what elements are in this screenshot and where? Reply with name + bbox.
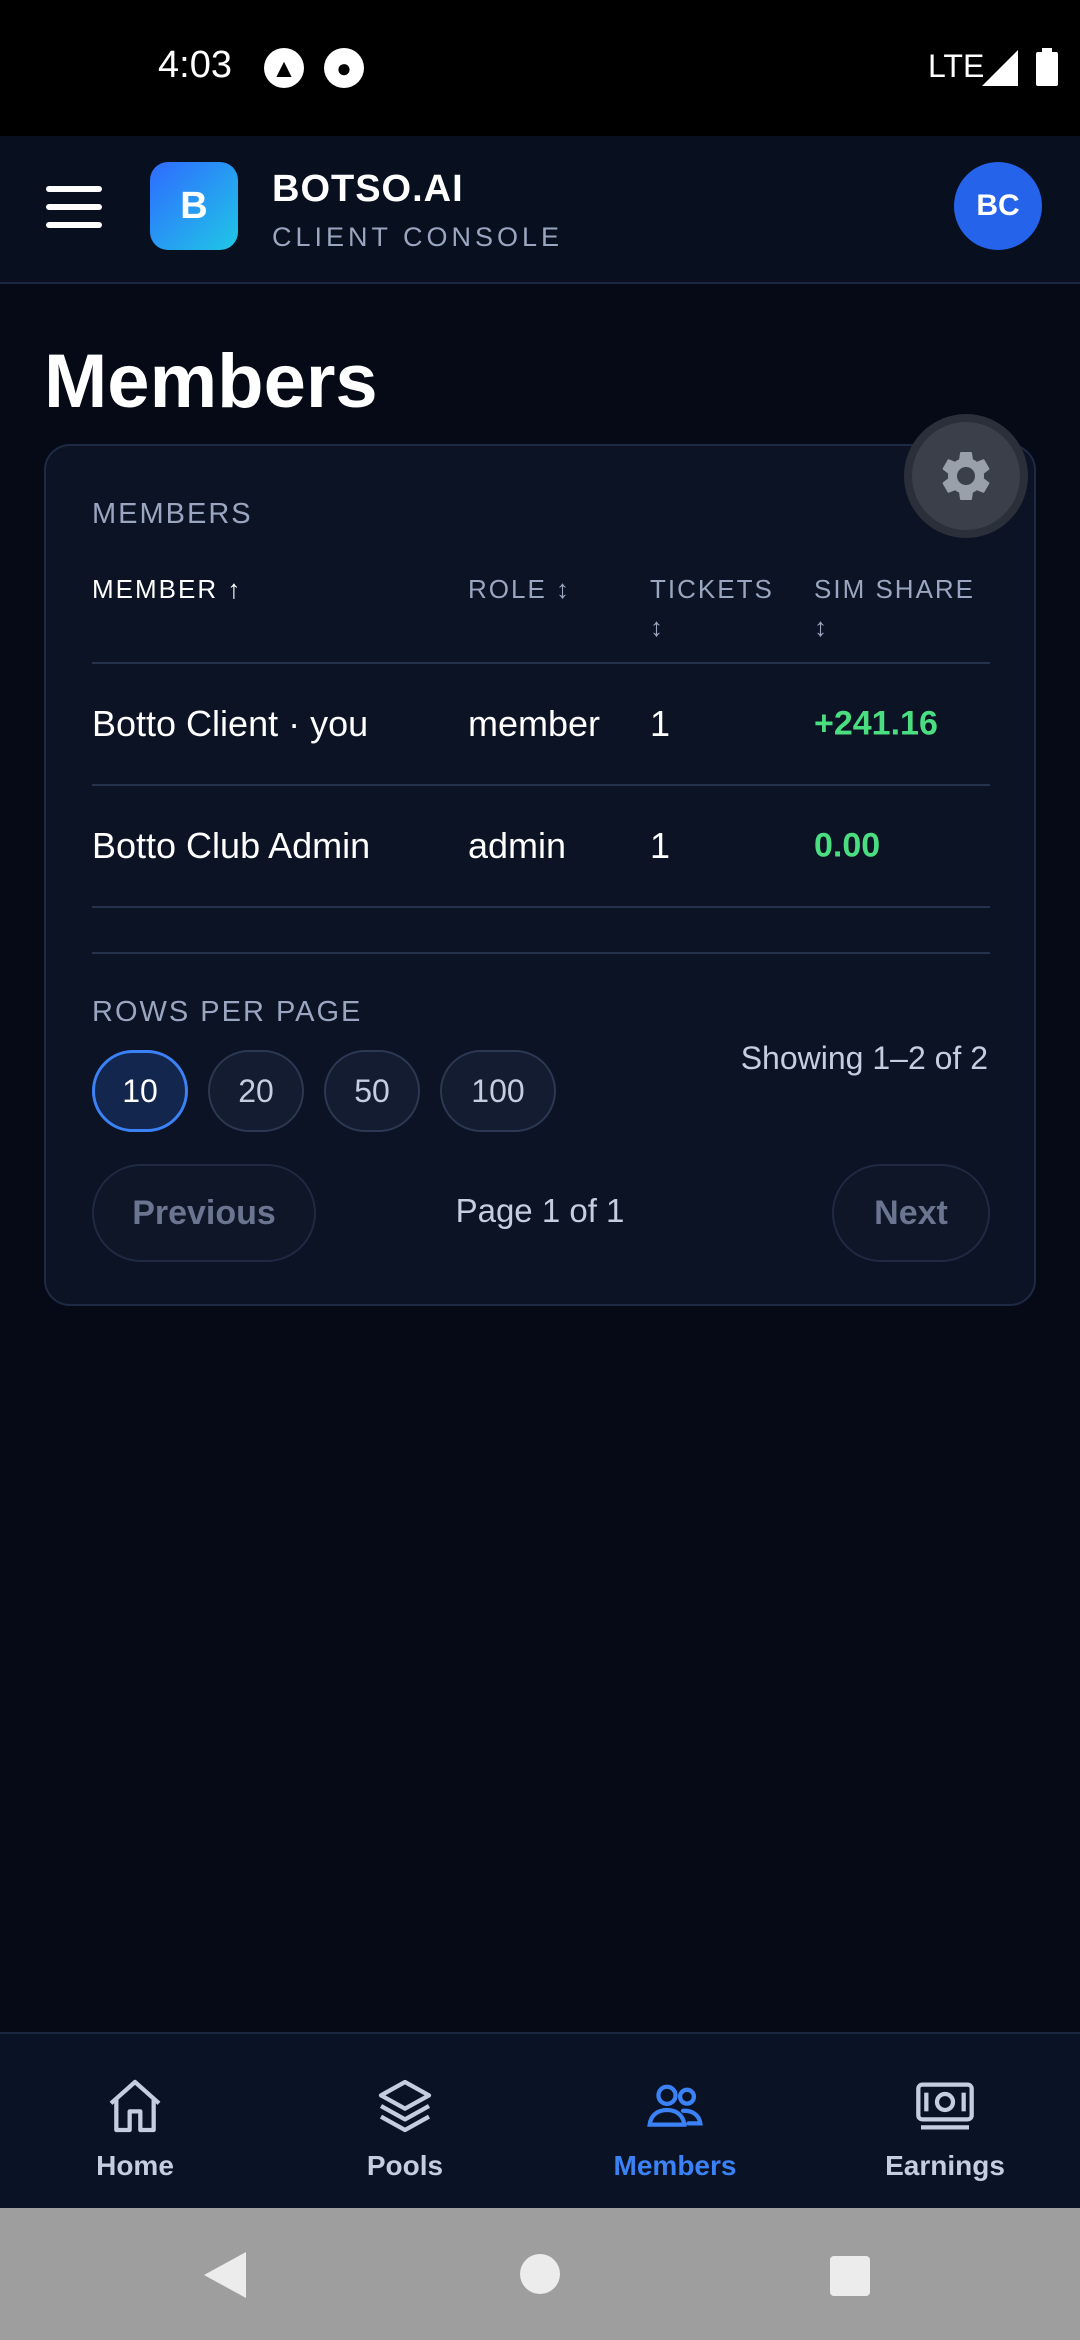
previous-button[interactable]: Previous: [92, 1164, 316, 1262]
status-bar: 4:03 ▲ ● LTE: [0, 0, 1080, 136]
column-header-tickets[interactable]: TICKETS ↕: [650, 570, 790, 646]
table-row[interactable]: Botto Club Admin admin 1 0.00: [92, 786, 990, 908]
next-button[interactable]: Next: [832, 1164, 990, 1262]
home-icon: [109, 2079, 161, 2133]
card-label: MEMBERS: [92, 498, 253, 530]
page-size-100-button[interactable]: 100: [440, 1050, 556, 1132]
member-sim-share: +241.16: [814, 704, 938, 743]
column-header-member[interactable]: MEMBER ↑: [92, 570, 452, 608]
signal-icon: [982, 50, 1018, 86]
back-icon[interactable]: [204, 2252, 246, 2298]
nav-label: Home: [96, 2150, 174, 2181]
menu-button[interactable]: [46, 186, 108, 236]
gear-icon: [942, 452, 990, 500]
member-role: member: [468, 703, 601, 744]
notification-app-icon: ▲: [264, 48, 304, 88]
member-tickets: 1: [650, 825, 671, 866]
brand-name: BOTSO.AI: [272, 168, 464, 210]
nav-item-home[interactable]: Home: [0, 2034, 270, 2210]
nav-label: Members: [613, 2150, 737, 2181]
brand-subtitle: CLIENT CONSOLE: [272, 222, 564, 252]
nav-item-members[interactable]: Members: [540, 2034, 810, 2210]
battery-icon: [1036, 48, 1058, 86]
member-sim-share: 0.00: [814, 826, 881, 865]
app-header: B BOTSO.AI CLIENT CONSOLE BC: [0, 136, 1080, 284]
notification-app-icon: ●: [324, 48, 364, 88]
member-name: Botto Club Admin: [92, 825, 371, 866]
bottom-nav: Home Pools Members Earnings: [0, 2032, 1080, 2208]
settings-button[interactable]: [904, 414, 1028, 538]
page-size-20-button[interactable]: 20: [208, 1050, 304, 1132]
members-card: MEMBERS MEMBER ↑ ROLE ↕ TICKETS ↕ SIM SH…: [44, 444, 1036, 1306]
nav-label: Earnings: [885, 2150, 1005, 2181]
nav-item-pools[interactable]: Pools: [270, 2034, 540, 2210]
rows-per-page-label: ROWS PER PAGE: [92, 996, 363, 1028]
showing-count: Showing 1–2 of 2: [740, 1040, 988, 1076]
brand-logo: B: [150, 162, 238, 250]
nav-item-earnings[interactable]: Earnings: [810, 2034, 1080, 2210]
page-size-50-button[interactable]: 50: [324, 1050, 420, 1132]
column-header-sim-share[interactable]: SIM SHARE ↕: [814, 570, 994, 646]
nav-label: Pools: [366, 2150, 444, 2181]
member-name: Botto Client · you: [92, 703, 369, 744]
users-icon: [647, 2084, 703, 2127]
page-title: Members: [44, 339, 378, 424]
table-row[interactable]: Botto Client · you member 1 +241.16: [92, 664, 990, 786]
layers-icon: [378, 2079, 432, 2133]
system-nav-bar: [0, 2208, 1080, 2340]
member-role: admin: [468, 825, 567, 866]
member-tickets: 1: [650, 703, 671, 744]
home-button[interactable]: [520, 2254, 560, 2294]
status-time: 4:03: [158, 44, 232, 86]
section-divider: [92, 952, 990, 954]
column-header-role[interactable]: ROLE ↕: [468, 570, 628, 608]
banknote-icon: [916, 2082, 974, 2130]
page-size-10-button[interactable]: 10: [92, 1050, 188, 1132]
network-type: LTE: [928, 48, 985, 84]
recents-button[interactable]: [830, 2256, 870, 2296]
menu-icon: [46, 186, 102, 192]
avatar[interactable]: BC: [954, 162, 1042, 250]
